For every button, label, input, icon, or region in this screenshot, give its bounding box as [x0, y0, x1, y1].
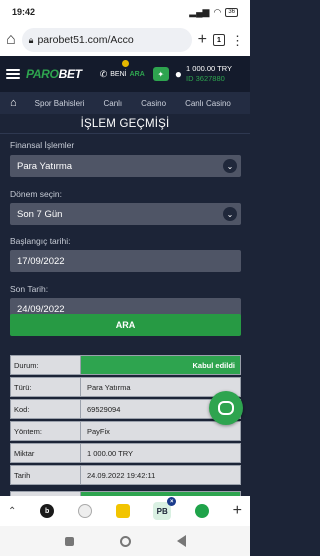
- tab-favicon[interactable]: b: [40, 504, 55, 518]
- table-row: Miktar 1 000.00 TRY: [10, 443, 241, 463]
- home-button-icon[interactable]: [119, 535, 131, 547]
- call-me-button[interactable]: ✆ BENİ ARA: [99, 59, 145, 80]
- live-chat-button[interactable]: [209, 391, 243, 425]
- home-icon[interactable]: ⌂: [6, 32, 16, 48]
- table-row: Durum: Kabul edildi: [10, 355, 241, 375]
- start-date-label: Başlangıç tarihi:: [10, 236, 71, 246]
- user-id: ID 3627880: [186, 74, 225, 83]
- chevron-down-icon: ⌄: [223, 207, 237, 221]
- tab-favicon[interactable]: [77, 504, 92, 518]
- user-icon[interactable]: ●: [175, 67, 182, 81]
- recents-icon[interactable]: [64, 536, 74, 546]
- chat-icon: [218, 401, 234, 415]
- wifi-icon: ◠: [213, 6, 222, 17]
- close-icon[interactable]: ×: [167, 497, 177, 506]
- hamburger-menu-icon[interactable]: [6, 69, 20, 79]
- browser-toolbar: ⌂ 🔒︎ parobet51.com/Acco + 1 ⋮: [0, 24, 250, 56]
- main-nav: ⌂ Spor Bahisleri Canlı Casino Canlı Casi…: [0, 92, 250, 114]
- nav-item-live[interactable]: Canlı: [103, 99, 122, 108]
- url-text: parobet51.com/Acco: [37, 34, 134, 46]
- nav-home-icon[interactable]: ⌂: [10, 97, 17, 109]
- row-key: Miktar: [10, 443, 81, 463]
- row-key: Yöntem:: [10, 421, 81, 441]
- status-icons: ▂▄▆ ◠ 36: [189, 7, 238, 18]
- row-value: 1 000.00 TRY: [81, 443, 241, 463]
- search-button[interactable]: ARA: [10, 314, 241, 336]
- row-key: Kod:: [10, 399, 81, 419]
- financial-label: Finansal İşlemler: [10, 140, 75, 150]
- transaction-table: Durum: Kabul edildi Türü: Para Yatırma K…: [10, 355, 241, 513]
- financial-select[interactable]: Para Yatırma ⌄: [10, 155, 241, 177]
- gift-icon[interactable]: ✦: [152, 67, 169, 81]
- row-key: Tarih: [10, 465, 81, 485]
- tab-strip: ⌃ b PB × +: [0, 496, 250, 526]
- nav-item-sports[interactable]: Spor Bahisleri: [35, 99, 85, 108]
- more-menu-icon[interactable]: ⋮: [231, 34, 244, 47]
- tab-favicon[interactable]: [115, 504, 130, 518]
- signal-icon: ▂▄▆: [189, 6, 210, 17]
- address-bar[interactable]: 🔒︎ parobet51.com/Acco: [21, 28, 192, 52]
- start-date-input[interactable]: 17/09/2022: [10, 250, 241, 272]
- row-key: Türü:: [10, 377, 81, 397]
- battery-icon: 36: [225, 7, 238, 17]
- active-tab[interactable]: PB ×: [153, 497, 177, 520]
- status-badge: Kabul edildi: [81, 355, 241, 375]
- chevron-up-icon[interactable]: ⌃: [8, 506, 16, 517]
- new-tab-icon[interactable]: +: [198, 32, 207, 48]
- new-tab-icon[interactable]: +: [233, 502, 242, 520]
- clock: 19:42: [12, 7, 36, 17]
- site-logo[interactable]: PAROBET: [26, 67, 82, 81]
- row-key: Durum:: [10, 355, 81, 375]
- table-row: Yöntem: PayFix: [10, 421, 241, 441]
- status-bar: 19:42 ▂▄▆ ◠ 36: [0, 0, 250, 24]
- table-row: Kod: 69529094: [10, 399, 241, 419]
- period-label: Dönem seçin:: [10, 189, 62, 199]
- page-title: İŞLEM GEÇMİŞİ: [0, 114, 250, 134]
- row-value: PayFix: [81, 421, 241, 441]
- tab-switcher-button[interactable]: 1: [213, 34, 225, 46]
- tab-favicon[interactable]: [194, 504, 209, 518]
- nav-item-live-casino[interactable]: Canlı Casino: [185, 99, 231, 108]
- nav-item-casino[interactable]: Casino: [141, 99, 166, 108]
- phone-icon: ✆: [99, 68, 108, 79]
- table-row: Türü: Para Yatırma: [10, 377, 241, 397]
- system-nav-bar: [0, 526, 250, 556]
- notification-dot: [121, 59, 129, 67]
- balance-amount: 1 000.00 TRY: [186, 64, 233, 73]
- table-row: Tarih 24.09.2022 19:42:11: [10, 465, 241, 485]
- chevron-down-icon: ⌄: [223, 159, 237, 173]
- row-value: 24.09.2022 19:42:11: [81, 465, 241, 485]
- back-icon[interactable]: [176, 535, 186, 547]
- period-select[interactable]: Son 7 Gün ⌄: [10, 203, 241, 225]
- end-date-label: Son Tarih:: [10, 284, 49, 294]
- filter-form: Finansal İşlemler Para Yatırma ⌄ Dönem s…: [10, 140, 241, 320]
- lock-icon: 🔒︎: [28, 34, 34, 45]
- site-header: PAROBET ✆ BENİ ARA ✦ ● 1 000.00 TRY ID 3…: [0, 56, 250, 92]
- account-balance[interactable]: 1 000.00 TRY ID 3627880: [186, 64, 232, 84]
